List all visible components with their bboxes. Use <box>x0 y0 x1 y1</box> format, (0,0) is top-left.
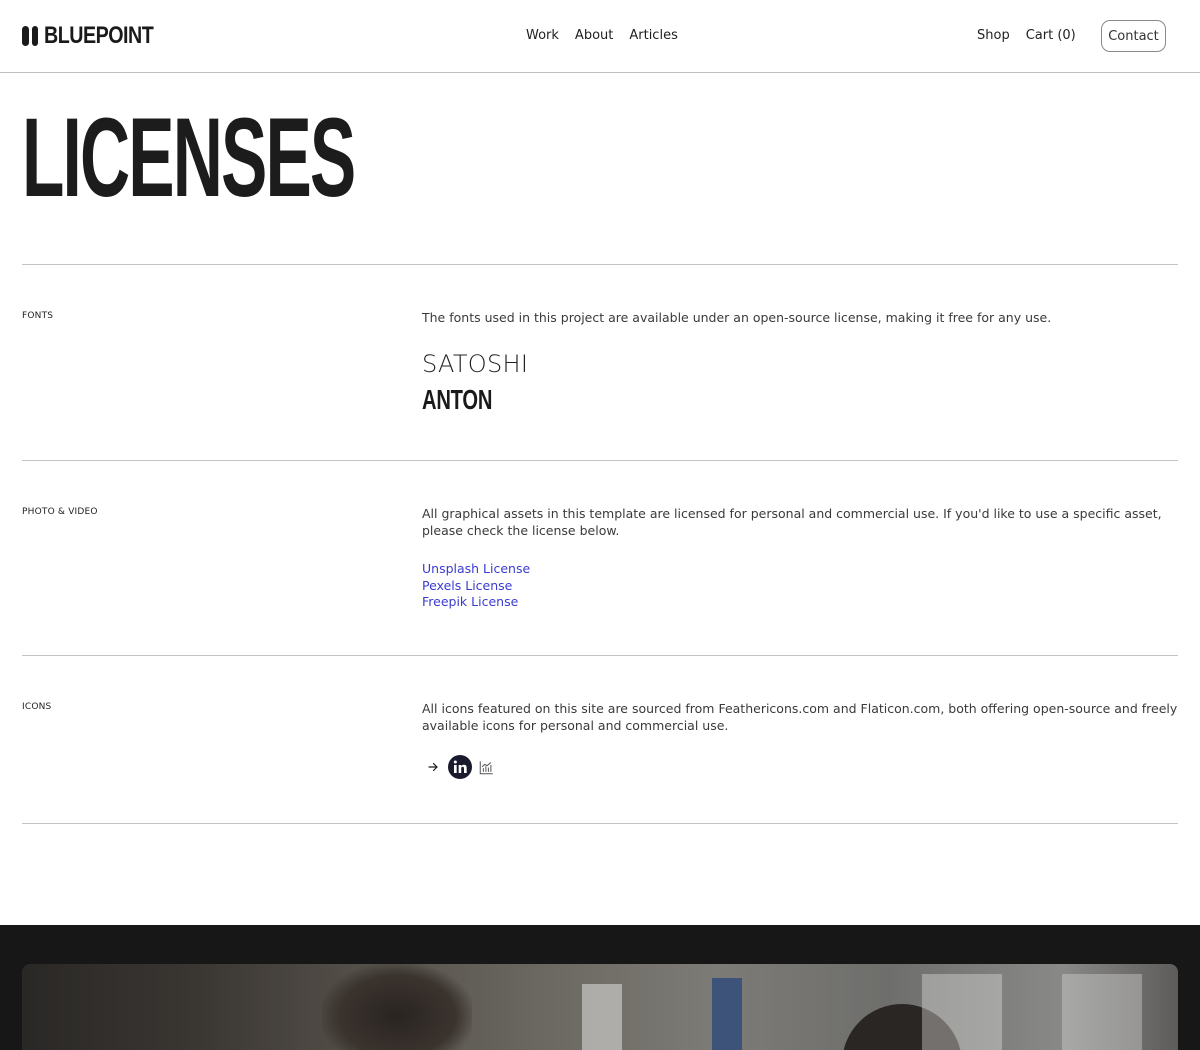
logo-mark-icon <box>22 26 38 46</box>
page-title: LICENSES <box>22 95 356 220</box>
icon-samples <box>424 755 494 779</box>
section-text-photo-video: All graphical assets in this template ar… <box>422 506 1162 538</box>
font-sample-satoshi: SATOSHI <box>422 350 529 378</box>
license-links: Unsplash License Pexels License Freepik … <box>422 561 530 611</box>
linkedin-icon <box>448 755 472 779</box>
nav-link-about[interactable]: About <box>575 27 613 45</box>
section-label-fonts: FONTS <box>22 311 54 321</box>
arrow-right-icon <box>424 756 442 778</box>
brand-name: BLUEPOINT <box>44 22 154 49</box>
section-text-fonts: The fonts used in this project are avail… <box>422 310 1052 325</box>
chart-icon <box>478 759 494 775</box>
divider <box>22 655 1178 656</box>
link-unsplash-license[interactable]: Unsplash License <box>422 561 530 578</box>
divider <box>22 823 1178 824</box>
main-nav: Work About Articles <box>526 27 678 45</box>
nav-link-cart[interactable]: Cart (0) <box>1026 27 1076 45</box>
link-freepik-license[interactable]: Freepik License <box>422 594 530 611</box>
nav-link-shop[interactable]: Shop <box>977 27 1010 45</box>
section-label-photo-video: PHOTO & VIDEO <box>22 507 98 517</box>
section-label-icons: ICONS <box>22 702 52 712</box>
divider <box>22 264 1178 265</box>
nav-link-articles[interactable]: Articles <box>629 27 677 45</box>
hero-photo <box>22 964 1178 1050</box>
link-pexels-license[interactable]: Pexels License <box>422 578 530 595</box>
secondary-nav: Shop Cart (0) <box>977 27 1076 45</box>
site-header: BLUEPOINT Work About Articles Shop Cart … <box>0 0 1200 73</box>
contact-button[interactable]: Contact <box>1101 20 1166 52</box>
nav-link-work[interactable]: Work <box>526 27 559 45</box>
brand-logo[interactable]: BLUEPOINT <box>22 24 177 48</box>
section-text-icons: All icons featured on this site are sour… <box>422 701 1178 733</box>
divider <box>22 460 1178 461</box>
font-sample-anton: ANTON <box>422 384 493 415</box>
